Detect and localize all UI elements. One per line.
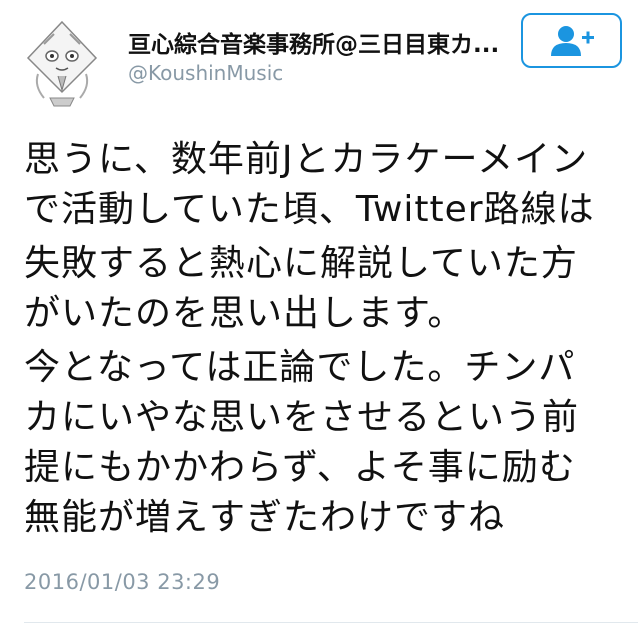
- tweet-line: 今となっては正論でした。チンパ: [24, 347, 576, 388]
- tweet-line: 提にもかかわらず、よそ事に励む: [24, 447, 576, 488]
- tweet-text: 思うに、数年前Jとカラケーメイン で活動していた頃、Twitter路線は 失敗す…: [24, 135, 624, 543]
- tweet-line: で活動していた頃、Twitter路線は: [24, 189, 595, 230]
- tweet-timestamp[interactable]: 2016/01/03 23:29: [24, 568, 220, 596]
- follow-button[interactable]: [521, 13, 622, 68]
- tweet-line: カにいやな思いをさせるという前: [24, 397, 580, 438]
- tweet-line: がいたのを思い出します。: [24, 293, 465, 334]
- add-user-icon: [550, 25, 594, 56]
- tweet-line: 無能が増えすぎたわけですね: [24, 497, 506, 538]
- avatar-illustration: [14, 14, 110, 110]
- avatar[interactable]: [14, 14, 110, 110]
- tweet-line: 思うに、数年前Jとカラケーメイン: [24, 139, 589, 180]
- tweet-card: 亘心綜合音楽事務所@三日目東カ... @KoushinMusic 思うに、数年前…: [0, 0, 638, 638]
- user-handle[interactable]: @KoushinMusic: [128, 60, 283, 86]
- tweet-paragraph: 失敗すると熱心に解説していた方 がいたのを思い出します。: [24, 239, 624, 339]
- display-name[interactable]: 亘心綜合音楽事務所@三日目東カ...: [128, 30, 508, 60]
- tweet-paragraph: 今となっては正論でした。チンパ カにいやな思いをさせるという前 提にもかかわらず…: [24, 343, 624, 543]
- tweet-line: 失敗すると熱心に解説していた方: [24, 243, 578, 284]
- divider: [24, 622, 638, 623]
- tweet-paragraph: 思うに、数年前Jとカラケーメイン で活動していた頃、Twitter路線は: [24, 135, 624, 235]
